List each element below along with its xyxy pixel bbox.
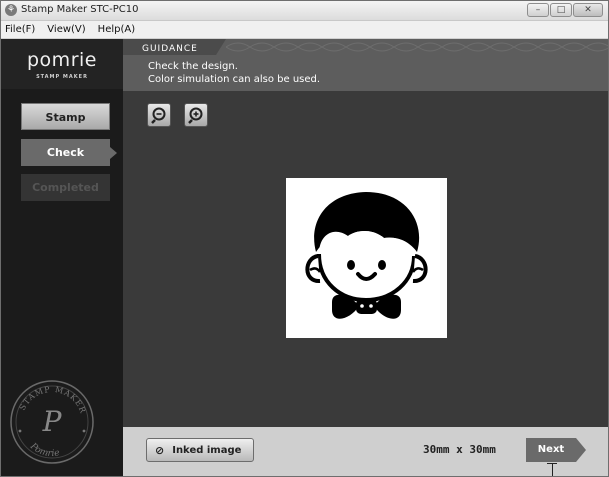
- menu-help[interactable]: Help(A): [98, 24, 135, 35]
- title-bar: ⚘ Stamp Maker STC-PC10 – □ ✕: [1, 1, 608, 21]
- logo-area: pomrie STAMP MAKER: [1, 39, 123, 89]
- zoom-out-icon: [151, 107, 166, 124]
- menu-bar: File(F) View(V) Help(A): [1, 21, 608, 39]
- step-stamp-selection[interactable]: Stamp selection: [21, 103, 110, 151]
- maximize-icon[interactable]: □: [550, 3, 572, 17]
- menu-view[interactable]: View(V): [47, 24, 85, 35]
- inked-image-label: Inked image: [172, 444, 242, 456]
- guidance-line-2: Color simulation can also be used.: [148, 74, 321, 85]
- svg-text:Pomrie: Pomrie: [27, 441, 60, 459]
- inked-image-button[interactable]: ⊘ Inked image: [146, 438, 254, 462]
- bottom-bar: ⊘ Inked image 30mm x 30mm Next: [123, 427, 608, 476]
- guidance-heading: GUIDANCE: [142, 44, 198, 54]
- window-controls: – □ ✕: [527, 3, 603, 17]
- window-title: Stamp Maker STC-PC10: [21, 4, 139, 15]
- brand-logo: pomrie: [27, 49, 97, 71]
- zoom-in-button[interactable]: [184, 103, 208, 127]
- zoom-in-icon: [188, 107, 203, 124]
- brand-subtitle: STAMP MAKER: [36, 74, 88, 80]
- app-window: ⚘ Stamp Maker STC-PC10 – □ ✕ File(F) Vie…: [0, 0, 609, 477]
- minimize-icon[interactable]: –: [527, 3, 549, 17]
- preview-workspace: [123, 91, 608, 427]
- stamp-seal-logo: STAMP MAKER Pomrie P: [10, 380, 94, 464]
- zoom-out-button[interactable]: [147, 103, 171, 127]
- seal-letter: P: [42, 405, 63, 438]
- next-button[interactable]: Next: [526, 438, 586, 462]
- pointer-line: [547, 463, 557, 476]
- sidebar: pomrie STAMP MAKER Stamp selection Check…: [1, 39, 123, 476]
- guidance-line-1: Check the design.: [148, 61, 238, 72]
- ink-drop-icon: ⊘: [155, 443, 165, 457]
- boy-face-stamp-image: [305, 192, 428, 319]
- stamp-size-label: 30mm x 30mm: [423, 443, 496, 456]
- guidance-panel: GUIDANCE Check the design. Color simulat…: [123, 39, 608, 91]
- seal-bottom-text: Pomrie: [27, 441, 60, 459]
- app-icon: ⚘: [5, 4, 17, 16]
- step-completed: Completed: [21, 174, 110, 201]
- stamp-preview: [286, 178, 447, 338]
- close-icon[interactable]: ✕: [573, 3, 603, 17]
- menu-file[interactable]: File(F): [5, 24, 35, 35]
- decorative-pattern: [226, 42, 608, 52]
- step-check: Check: [21, 139, 117, 166]
